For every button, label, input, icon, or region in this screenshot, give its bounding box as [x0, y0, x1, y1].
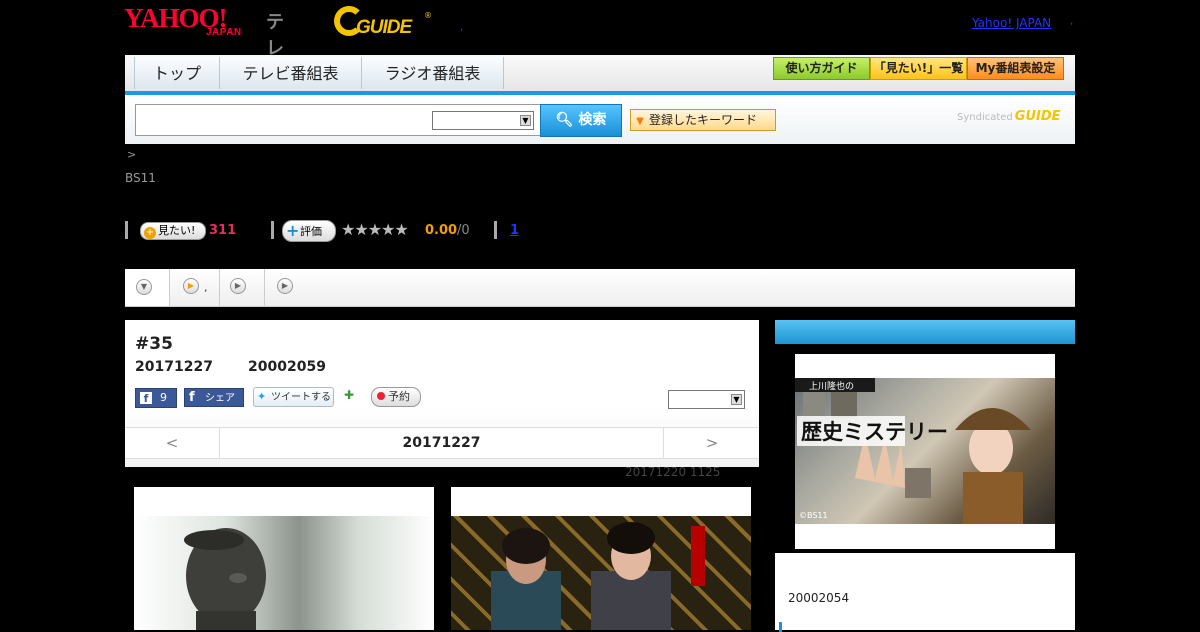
statue-photo — [134, 516, 434, 630]
date-navigation: < 20171227 > — [125, 427, 759, 459]
plus-icon: + — [144, 227, 156, 239]
main-nav: トップ テレビ番組表 ラジオ番組表 使い方ガイド 「見たい!」一覧 My番組表設… — [125, 55, 1075, 95]
photo-card[interactable] — [451, 487, 751, 630]
episode-id: 20002059 — [248, 359, 326, 375]
previous-date-button[interactable]: < — [125, 428, 220, 458]
program-image-frame: 上川隆也の 歴史ミステリー ©BS11 — [775, 344, 1075, 553]
program-image-subtitle: 上川隆也の — [809, 380, 854, 392]
chevron-down-icon: ▼ — [520, 115, 531, 126]
play-icon: ▶ — [183, 278, 199, 294]
plus-icon: + — [286, 221, 300, 240]
divider — [271, 221, 274, 239]
episode-title: #35 — [135, 334, 173, 354]
arrow-down-icon: ▼ — [636, 116, 644, 127]
program-key-visual: 上川隆也の 歴史ミステリー ©BS11 — [795, 378, 1055, 524]
chevron-down-icon: ▼ — [136, 279, 152, 295]
facebook-share-label: シェア — [205, 393, 235, 404]
search-button-label: 検索 — [578, 112, 607, 128]
statue-illustration — [184, 528, 266, 630]
add-calendar-icon[interactable]: ✚ — [344, 388, 358, 402]
usage-guide-button[interactable]: 使い方ガイド — [773, 57, 870, 80]
updated-timestamp: 20171220 1125 — [625, 465, 721, 479]
photo-card[interactable] — [134, 487, 434, 630]
record-label: 予約 — [388, 390, 410, 403]
episode-action-select[interactable]: ▼ — [668, 390, 745, 409]
gguide-logo-text: GUIDE — [356, 17, 412, 38]
registered-keywords-label: 登録したキーワード — [649, 113, 758, 127]
tab-cast[interactable]: ▶ — [220, 269, 265, 306]
facebook-icon: f — [189, 390, 195, 405]
nav-tab-radio-schedule[interactable]: ラジオ番組表 — [361, 57, 504, 89]
registered-keywords-button[interactable]: ▼ 登録したキーワード — [630, 109, 776, 131]
program-id: 20002054 — [788, 591, 850, 605]
section-marker — [779, 622, 782, 632]
rating-score: 0.00 — [425, 223, 458, 238]
panel-header — [775, 320, 1075, 344]
program-key-visual-art: 上川隆也の 歴史ミステリー ©BS11 — [795, 378, 1031, 524]
program-image[interactable]: 上川隆也の 歴史ミステリー ©BS11 — [795, 354, 1055, 549]
tweet-label: ツイートする — [271, 392, 331, 403]
mitai-list-button[interactable]: 「見たい!」一覧 — [870, 57, 967, 80]
search-bar: ▼ 🔍︎ 検索 ▼ 登録したキーワード Syndicated GUIDE — [125, 95, 1075, 144]
content-tabs: ▼ ▶ , ▶ ▶ — [125, 269, 1075, 307]
current-date: 20171227 — [402, 435, 481, 451]
next-date-button[interactable]: > — [663, 428, 760, 458]
syndicated-gguide: Syndicated GUIDE — [957, 109, 1061, 124]
rating-count: /0 — [457, 223, 470, 238]
program-image-copyright: ©BS11 — [799, 511, 828, 520]
tab-episodes-label: , — [204, 281, 208, 294]
facebook-like-count: 9 — [160, 391, 167, 404]
rating-stars: ★★★★★ — [341, 220, 409, 239]
play-icon: ▶ — [230, 278, 246, 294]
facebook-share-button[interactable]: f シェア — [184, 388, 244, 407]
play-icon: ▶ — [277, 278, 293, 294]
studio-photo — [451, 516, 751, 630]
syndicated-label: Syndicated — [957, 112, 1013, 123]
yahoo-tv-logo[interactable]: YAHOO! JAPAN テレビ — [124, 5, 284, 86]
tab-details[interactable]: ▼ — [125, 269, 170, 306]
chevron-down-icon: ▼ — [731, 394, 742, 405]
breadcrumb[interactable]: > — [127, 148, 136, 161]
header-link-dot[interactable]: , — [460, 22, 463, 33]
syndicated-gguide-logo: GUIDE — [1014, 109, 1061, 124]
facebook-icon: f — [140, 392, 152, 405]
program-image-title: 歴史ミステリー — [801, 419, 948, 444]
hosts-illustration — [491, 522, 705, 630]
mitai-label: 見たい! — [158, 224, 196, 237]
header-link-dot-right[interactable]: , — [1070, 16, 1073, 27]
nav-tab-top[interactable]: トップ — [134, 57, 220, 89]
mitai-count: 311 — [209, 223, 237, 238]
episode-date: 20171227 — [135, 359, 213, 375]
my-schedule-settings-button[interactable]: My番組表設定 — [967, 57, 1064, 80]
record-reserve-button[interactable]: 予約 — [371, 387, 421, 407]
review-count-link[interactable]: 1 — [510, 223, 519, 238]
record-dot-icon — [377, 392, 385, 400]
gguide-logo[interactable]: GUIDE ® — [334, 6, 434, 40]
search-icon: 🔍︎ — [555, 112, 574, 128]
rate-label: 評価 — [300, 225, 322, 238]
episode-panel: #35 20171227 20002059 f9 f シェア ✦ ツイートする ✚ … — [125, 320, 759, 467]
search-button[interactable]: 🔍︎ 検索 — [540, 104, 622, 137]
facebook-like-button[interactable]: f9 — [135, 388, 177, 408]
divider — [494, 221, 497, 239]
divider — [125, 221, 128, 239]
yahoo-japan-link[interactable]: Yahoo! JAPAN — [972, 16, 1051, 30]
tab-episodes[interactable]: ▶ , — [170, 269, 220, 306]
tweet-button[interactable]: ✦ ツイートする — [253, 387, 334, 407]
related-program-panel: 上川隆也の 歴史ミステリー ©BS11 20002054 — [775, 320, 1075, 632]
channel-name: BS11 — [125, 171, 156, 185]
nav-tab-tv-schedule[interactable]: テレビ番組表 — [219, 57, 362, 89]
mitai-button[interactable]: + 見たい! — [140, 222, 206, 240]
gguide-reg-mark: ® — [424, 11, 432, 20]
rate-button[interactable]: +評価 — [282, 220, 336, 242]
twitter-bird-icon: ✦ — [257, 390, 267, 403]
yahoo-logo-sub: JAPAN — [206, 27, 242, 38]
search-category-select[interactable]: ▼ — [432, 111, 534, 130]
